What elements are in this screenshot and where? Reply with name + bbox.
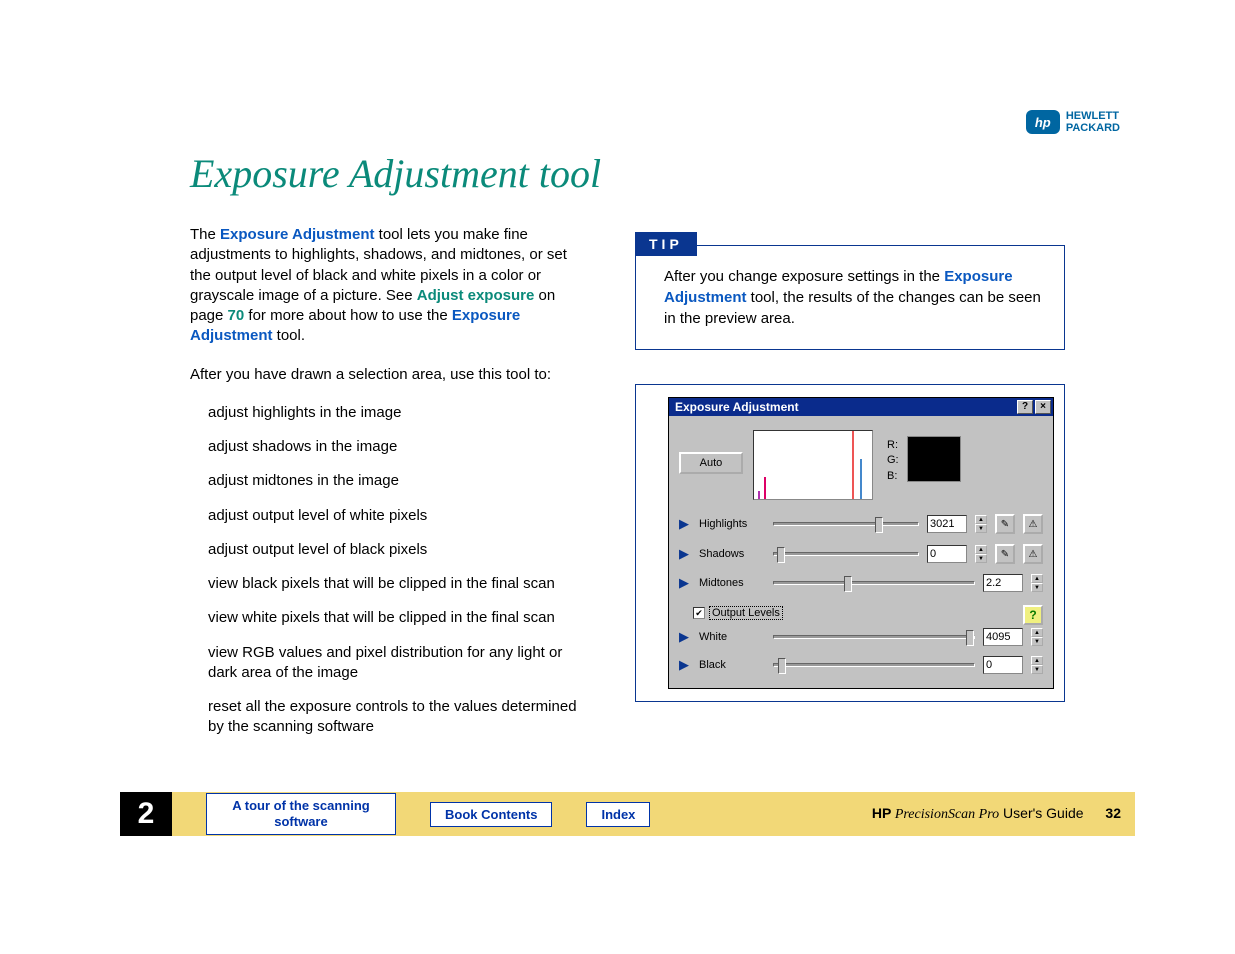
action-item: adjust output level of black pixels [208, 540, 585, 560]
spinner-midtones[interactable]: ▲▼ [1031, 574, 1043, 592]
page-footer: 2 A tour of the scanning software Book C… [120, 792, 1135, 836]
callout-arrow-icon: ▶ [679, 629, 689, 645]
hp-logo: hp HEWLETT PACKARD [1026, 110, 1120, 134]
btn-index[interactable]: Index [586, 802, 650, 827]
slider-white[interactable] [773, 635, 975, 639]
slider-highlights[interactable] [773, 522, 919, 526]
value-white[interactable]: 4095 [983, 628, 1023, 646]
slider-shadows[interactable] [773, 552, 919, 556]
slider-midtones[interactable] [773, 581, 975, 585]
dialog-titlebar: Exposure Adjustment ? × [669, 398, 1053, 416]
logo-line1: HEWLETT [1066, 110, 1120, 122]
document-page: hp HEWLETT PACKARD Exposure Adjustment t… [0, 0, 1235, 752]
guide-product: PrecisionScan Pro [891, 807, 999, 822]
value-midtones[interactable]: 2.2 [983, 574, 1023, 592]
auto-button[interactable]: Auto [679, 452, 743, 474]
label-midtones: Midtones [699, 577, 765, 589]
guide-hp: HP [872, 805, 891, 821]
titlebar-close-button[interactable]: × [1035, 400, 1051, 414]
rgb-readout: R: G: B: [887, 438, 899, 484]
link-exposure-adjustment[interactable]: Exposure Adjustment [220, 226, 374, 243]
usage-intro: After you have drawn a selection area, u… [190, 365, 585, 385]
spinner-white[interactable]: ▲▼ [1031, 628, 1043, 646]
exposure-adjustment-dialog: Exposure Adjustment ? × Auto [668, 397, 1054, 689]
value-black[interactable]: 0 [983, 656, 1023, 674]
dialog-illustration: Exposure Adjustment ? × Auto [635, 384, 1065, 702]
eyedropper-highlights-icon[interactable]: ✎ [995, 514, 1015, 534]
context-help-button[interactable]: ? [1023, 605, 1043, 625]
chapter-number: 2 [120, 792, 172, 836]
btn-tour-scanning-software[interactable]: A tour of the scanning software [206, 793, 396, 834]
rgb-r-label: R: [887, 438, 899, 453]
rgb-b-label: B: [887, 469, 899, 484]
value-highlights[interactable]: 3021 [927, 515, 967, 533]
action-item: reset all the exposure controls to the v… [208, 697, 585, 738]
dialog-title: Exposure Adjustment [675, 400, 799, 414]
tip-box: TIP After you change exposure settings i… [635, 245, 1065, 350]
callout-arrow-icon: ▶ [679, 546, 689, 562]
callout-arrow-icon: ▶ [679, 575, 689, 591]
callout-arrow-icon: ▶ [679, 516, 689, 532]
label-shadows: Shadows [699, 548, 765, 560]
row-white: ▶ White 4095 ▲▼ [679, 628, 1043, 646]
intro-paragraph: The Exposure Adjustment tool lets you ma… [190, 225, 585, 347]
callout-arrow-icon: ▶ [679, 657, 689, 673]
spinner-highlights[interactable]: ▲▼ [975, 515, 987, 533]
guide-suffix: User's Guide [999, 805, 1083, 821]
row-midtones: ▶ Midtones 2.2 ▲▼ [679, 574, 1043, 592]
spinner-black[interactable]: ▲▼ [1031, 656, 1043, 674]
output-levels-toggle[interactable]: ✔ Output Levels [693, 606, 783, 620]
tip-body: After you change exposure settings in th… [664, 266, 1042, 329]
label-highlights: Highlights [699, 518, 765, 530]
action-item: view black pixels that will be clipped i… [208, 574, 585, 594]
hp-logo-badge: hp [1026, 110, 1060, 134]
label-white: White [699, 631, 765, 643]
guide-title: HP PrecisionScan Pro User's Guide 32 [872, 805, 1121, 823]
link-adjust-exposure[interactable]: Adjust exposure [417, 287, 535, 304]
row-shadows: ▶ Shadows 0 ▲▼ ✎ ⚠ [679, 544, 1043, 564]
eyedropper-shadows-icon[interactable]: ✎ [995, 544, 1015, 564]
checkbox-icon: ✔ [693, 607, 705, 619]
left-column: The Exposure Adjustment tool lets you ma… [190, 225, 585, 752]
histogram [753, 430, 873, 500]
warning-shadows-icon[interactable]: ⚠ [1023, 544, 1043, 564]
actions-list: adjust highlights in the image adjust sh… [190, 403, 585, 738]
warning-highlights-icon[interactable]: ⚠ [1023, 514, 1043, 534]
action-item: adjust highlights in the image [208, 403, 585, 423]
link-page-70[interactable]: 70 [228, 307, 245, 324]
label-black: Black [699, 659, 765, 671]
action-item: adjust output level of white pixels [208, 506, 585, 526]
right-column: TIP After you change exposure settings i… [635, 225, 1065, 752]
action-item: view RGB values and pixel distribution f… [208, 643, 585, 684]
label-output-levels: Output Levels [709, 606, 783, 620]
spinner-shadows[interactable]: ▲▼ [975, 545, 987, 563]
slider-black[interactable] [773, 663, 975, 667]
action-item: adjust shadows in the image [208, 437, 585, 457]
row-highlights: ▶ Highlights 3021 ▲▼ ✎ ⚠ [679, 514, 1043, 534]
titlebar-help-button[interactable]: ? [1017, 400, 1033, 414]
action-item: adjust midtones in the image [208, 471, 585, 491]
page-title: Exposure Adjustment tool [190, 150, 1095, 197]
value-shadows[interactable]: 0 [927, 545, 967, 563]
btn-book-contents[interactable]: Book Contents [430, 802, 552, 827]
rgb-g-label: G: [887, 453, 899, 468]
color-swatch [907, 436, 961, 482]
action-item: view white pixels that will be clipped i… [208, 608, 585, 628]
page-number: 32 [1105, 805, 1121, 821]
tip-label: TIP [635, 232, 697, 256]
row-black: ▶ Black 0 ▲▼ [679, 656, 1043, 674]
logo-line2: PACKARD [1066, 122, 1120, 134]
hp-logo-text: HEWLETT PACKARD [1066, 110, 1120, 134]
